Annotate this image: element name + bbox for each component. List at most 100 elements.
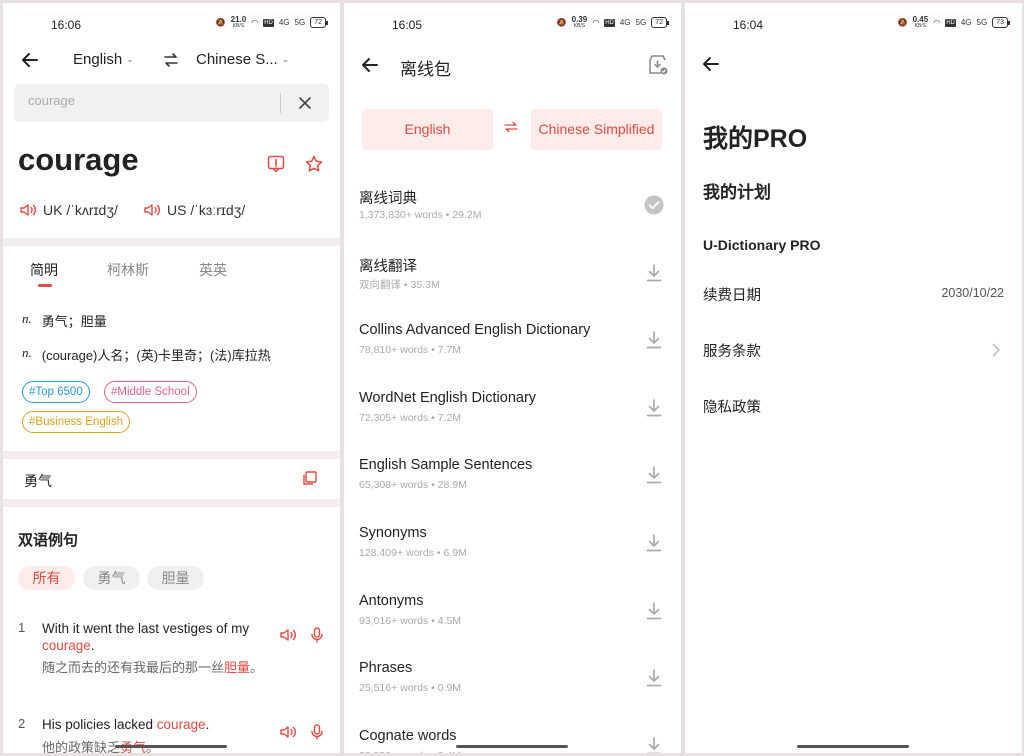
tag-business-english[interactable]: #Business English bbox=[22, 411, 130, 433]
package-row[interactable]: English Sample Sentences 65,308+ words • … bbox=[344, 457, 681, 507]
filter-all[interactable]: 所有 bbox=[18, 566, 75, 590]
home-indicator[interactable] bbox=[456, 745, 568, 748]
speaker-icon[interactable] bbox=[280, 725, 297, 739]
download-icon[interactable] bbox=[646, 534, 662, 552]
download-icon[interactable] bbox=[646, 602, 662, 620]
filter-nerve[interactable]: 胆量 bbox=[147, 566, 204, 590]
cell-5g: 5G bbox=[635, 17, 647, 27]
net-unit: KB/S bbox=[914, 23, 927, 29]
target-language-label: Chinese S... bbox=[196, 51, 278, 68]
package-row[interactable]: 离线词典 1,373,830+ words • 29.2M bbox=[344, 187, 681, 237]
copy-icon[interactable] bbox=[302, 471, 317, 486]
wifi-icon: ◠ bbox=[251, 17, 259, 27]
source-language-button[interactable]: English bbox=[362, 109, 493, 150]
source-language-label: English bbox=[73, 51, 123, 68]
hd-badge: HD bbox=[604, 18, 615, 27]
package-row[interactable]: Phrases 25,516+ words • 0.9M bbox=[344, 660, 681, 710]
mute-icon: 🔕 bbox=[556, 17, 567, 27]
cell-4g: 4G bbox=[619, 17, 631, 27]
plan-section-title: 我的计划 bbox=[703, 183, 771, 202]
package-name: English Sample Sentences bbox=[359, 457, 533, 473]
filter-courage[interactable]: 勇气 bbox=[83, 566, 140, 590]
target-language-select[interactable]: Chinese S... ⌄ bbox=[196, 51, 289, 68]
hd-badge: HD bbox=[263, 18, 274, 27]
us-phonetic: US /ˈkɜːrɪdʒ/ bbox=[167, 202, 246, 218]
microphone-icon[interactable] bbox=[310, 724, 324, 740]
my-pro-screen: 16:04 🔕 0.45 KB/S ◠ HD 4G 5G 73 我的PRO 我的计… bbox=[685, 3, 1022, 753]
example-sentence-en: With it went the last vestiges of my cou… bbox=[42, 620, 267, 654]
package-meta: 78,810+ words • 7.7M bbox=[359, 344, 462, 356]
uk-phonetic: UK /ˈkʌrɪdʒ/ bbox=[43, 202, 118, 218]
part-of-speech: n. bbox=[22, 345, 32, 360]
swap-languages-icon[interactable] bbox=[163, 52, 179, 68]
download-manager-icon[interactable] bbox=[647, 54, 669, 76]
net-unit: KB/S bbox=[232, 23, 245, 29]
package-row[interactable]: Antonyms 93,016+ words • 4.5M bbox=[344, 593, 681, 643]
package-name: Synonyms bbox=[359, 525, 427, 541]
tab-collins[interactable]: 柯林斯 bbox=[107, 260, 149, 280]
battery-icon: 72 bbox=[651, 17, 669, 28]
status-time: 16:04 bbox=[733, 18, 764, 32]
swap-languages-icon[interactable] bbox=[504, 120, 518, 134]
favorite-star-icon[interactable] bbox=[305, 155, 323, 173]
quick-translation: 勇气 bbox=[24, 473, 52, 489]
download-icon[interactable] bbox=[646, 669, 662, 687]
download-icon[interactable] bbox=[646, 466, 662, 484]
example-text: With it went the last vestiges of my bbox=[42, 621, 250, 636]
chevron-down-icon: ⌄ bbox=[126, 54, 134, 64]
download-icon[interactable] bbox=[646, 331, 662, 349]
tag-middle-school[interactable]: #Middle School bbox=[104, 381, 197, 403]
example-number: 2 bbox=[18, 716, 26, 731]
clear-icon[interactable] bbox=[298, 96, 312, 110]
package-meta: 双向翻译 • 35.3M bbox=[359, 279, 440, 291]
download-icon[interactable] bbox=[646, 264, 662, 282]
section-divider bbox=[3, 499, 340, 507]
part-of-speech: n. bbox=[22, 311, 32, 326]
back-arrow-icon[interactable] bbox=[701, 54, 721, 74]
examples-title: 双语例句 bbox=[18, 532, 79, 549]
package-row[interactable]: Cognate words 28,858+ words • 2.4M bbox=[344, 728, 681, 753]
section-divider bbox=[3, 451, 340, 459]
battery-icon: 72 bbox=[310, 17, 328, 28]
search-input[interactable] bbox=[28, 93, 268, 108]
package-row[interactable]: Synonyms 128,409+ words • 6.9M bbox=[344, 525, 681, 575]
headword: courage bbox=[18, 142, 139, 177]
back-arrow-icon[interactable] bbox=[360, 55, 380, 75]
page-title: 离线包 bbox=[400, 60, 451, 79]
download-icon[interactable] bbox=[646, 399, 662, 417]
status-icons: 🔕 21.0 KB/S ◠ HD 4G 5G 72 bbox=[216, 16, 328, 29]
cell-5g: 5G bbox=[976, 17, 988, 27]
plan-name: U-Dictionary PRO bbox=[703, 237, 821, 253]
status-time: 16:06 bbox=[51, 18, 82, 32]
package-row[interactable]: 离线翻译 双向翻译 • 35.3M bbox=[344, 255, 681, 305]
package-meta: 28,858+ words • 2.4M bbox=[359, 750, 461, 753]
wifi-icon: ◠ bbox=[933, 17, 941, 27]
tab-concise[interactable]: 简明 bbox=[30, 260, 58, 280]
package-name: Collins Advanced English Dictionary bbox=[359, 322, 591, 338]
renew-date-label: 续费日期 bbox=[703, 288, 761, 304]
back-arrow-icon[interactable] bbox=[20, 50, 40, 70]
example-text: 。 bbox=[250, 660, 264, 675]
home-indicator[interactable] bbox=[797, 745, 909, 748]
speaker-icon[interactable] bbox=[280, 628, 297, 642]
tag-top-6500[interactable]: #Top 6500 bbox=[22, 381, 90, 403]
terms-of-service-row[interactable]: 服务条款 bbox=[685, 330, 1022, 370]
speaker-icon bbox=[20, 203, 37, 217]
uk-pronunciation[interactable]: UK /ˈkʌrɪdʒ/ bbox=[20, 202, 118, 218]
download-icon[interactable] bbox=[646, 737, 662, 753]
home-indicator[interactable] bbox=[115, 745, 227, 748]
source-language-select[interactable]: English ⌄ bbox=[73, 51, 134, 68]
report-icon[interactable] bbox=[267, 155, 285, 173]
package-row[interactable]: WordNet English Dictionary 72,305+ words … bbox=[344, 390, 681, 440]
example-sentence-zh: 随之而去的还有我最后的那一丝胆量。 bbox=[42, 659, 267, 677]
example-sentence-en: His policies lacked courage. bbox=[42, 716, 267, 733]
us-pronunciation[interactable]: US /ˈkɜːrɪdʒ/ bbox=[144, 202, 245, 218]
example-text: . bbox=[90, 638, 95, 653]
tab-english-english[interactable]: 英英 bbox=[199, 260, 227, 280]
privacy-policy-row[interactable]: 隐私政策 bbox=[685, 386, 1022, 426]
cell-4g: 4G bbox=[278, 17, 290, 27]
microphone-icon[interactable] bbox=[310, 627, 324, 643]
package-row[interactable]: Collins Advanced English Dictionary 78,81… bbox=[344, 322, 681, 372]
target-language-button[interactable]: Chinese Simplified bbox=[531, 109, 662, 150]
definition-item: n. 勇气；胆量 bbox=[22, 311, 107, 330]
